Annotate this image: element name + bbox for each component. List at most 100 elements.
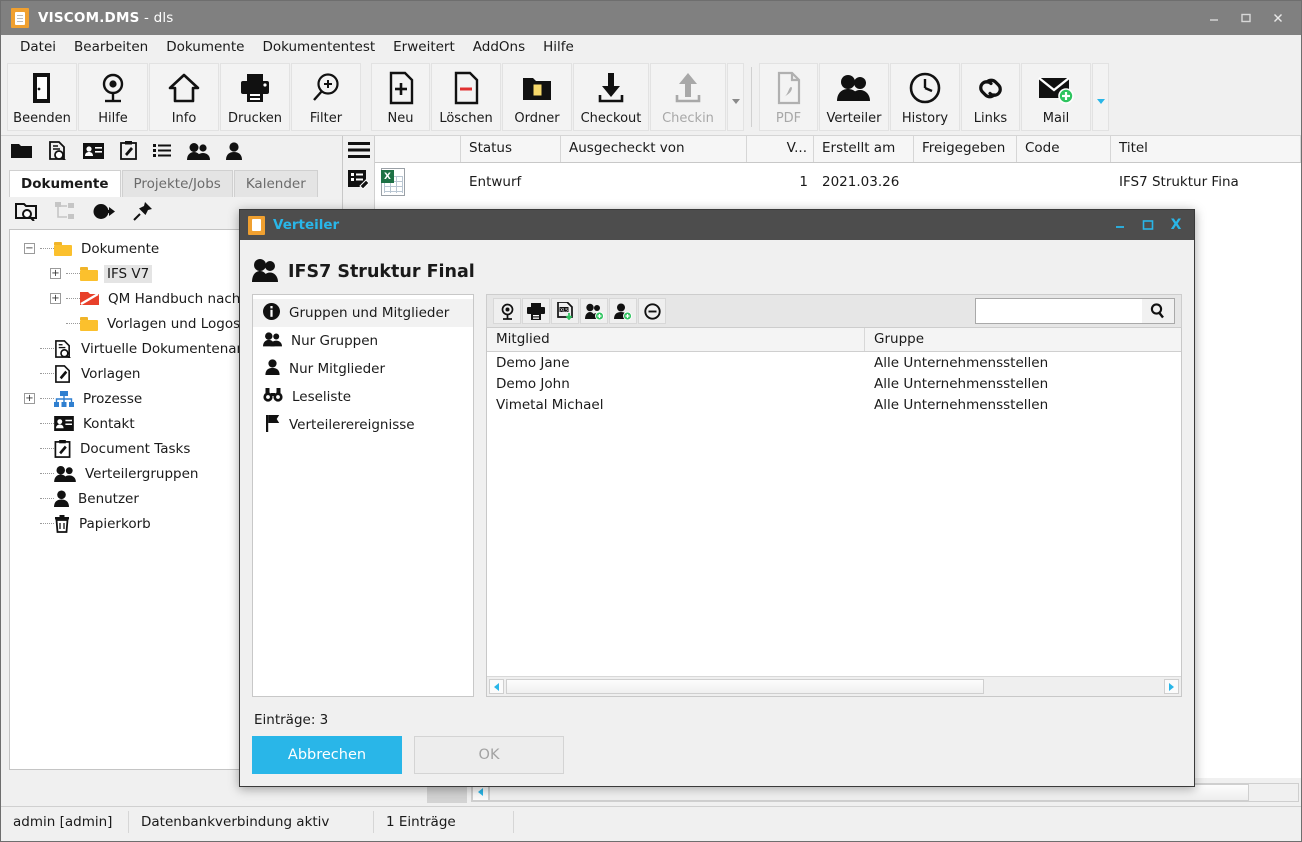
toolbar-checkout-button[interactable]: Checkout [573,63,649,131]
col-ausgecheckt-von[interactable]: Ausgecheckt von [561,136,747,162]
status-bar: admin [admin] Datenbankverbindung aktiv … [1,806,1301,836]
toolbar-drucken-button[interactable]: Drucken [220,63,290,131]
dialog-document-icon [248,215,265,235]
table-row[interactable]: Demo Jane Alle Unternehmensstellen [487,352,1181,373]
search-icon[interactable] [1142,299,1174,323]
nav-nur-gruppen[interactable]: Nur Gruppen [253,327,473,355]
pdf-icon [774,64,804,111]
members-table-hscrollbar[interactable] [487,676,1181,696]
menu-hilfe[interactable]: Hilfe [534,36,583,58]
toolbar-loeschen-button[interactable]: Löschen [431,63,501,131]
tree-toggle-plus[interactable]: + [24,393,35,404]
toolbar-beenden-button[interactable]: Beenden [7,63,77,131]
col-mitglied[interactable]: Mitglied [487,328,865,351]
tree-toggle-plus[interactable]: + [50,293,61,304]
tab-kalender[interactable]: Kalender [233,170,318,197]
col-freigegeben[interactable]: Freigegeben [914,136,1017,162]
folder-icon[interactable] [11,142,32,163]
col-gruppe[interactable]: Gruppe [865,328,933,351]
xls-export-icon[interactable]: XLS [551,298,579,324]
toolbar-links-button[interactable]: Links [961,63,1020,131]
toolbar-neu-label: Neu [387,111,414,126]
close-button[interactable] [1263,5,1293,31]
tree-label: Document Tasks [80,440,191,457]
table-row[interactable]: Demo John Alle Unternehmensstellen [487,373,1181,394]
lifebuoy-icon [97,64,129,111]
user-icon[interactable] [226,141,242,164]
document-list-icon[interactable] [348,170,370,195]
mail-dropdown-caret[interactable] [1092,63,1109,131]
maximize-button[interactable] [1231,5,1261,31]
tree-toggle-plus[interactable]: + [50,268,61,279]
minimize-button[interactable] [1199,5,1229,31]
tree-toggle-minus[interactable]: − [24,243,35,254]
toolbar-hilfe-button[interactable]: Hilfe [78,63,148,131]
window-title-app: VISCOM.DMS [38,10,140,26]
scroll-right-arrow[interactable] [1164,679,1179,694]
toolbar-verteiler-button[interactable]: Verteiler [819,63,889,131]
clipboard-edit-icon [54,439,71,458]
col-status[interactable]: Status [461,136,561,162]
table-row[interactable]: X Entwurf 1 2021.03.26 IFS7 Struktur Fin… [375,163,1301,201]
col-code[interactable]: Code [1017,136,1111,162]
contact-card-icon[interactable] [83,142,104,163]
search-input[interactable] [976,299,1142,323]
status-user: admin [admin] [1,810,129,833]
menu-dokumente[interactable]: Dokumente [157,36,253,58]
pin-icon[interactable] [133,201,153,225]
users-icon [263,331,282,351]
toolbar-checkin-button[interactable]: Checkin [650,63,726,131]
ok-button[interactable]: OK [414,736,564,774]
toolbar-mail-button[interactable]: Mail [1021,63,1091,131]
tab-projekte-jobs[interactable]: Projekte/Jobs [121,170,233,197]
nav-gruppen-und-mitglieder[interactable]: Gruppen und Mitglieder [253,299,473,327]
document-search-icon[interactable] [48,141,67,164]
menu-addons[interactable]: AddOns [464,36,534,58]
col-titel[interactable]: Titel [1111,136,1301,162]
users-icon[interactable] [187,142,210,164]
dialog-maximize-button[interactable] [1138,214,1158,236]
toolbar-filter-label: Filter [309,111,343,126]
status-connection: Datenbankverbindung aktiv [129,810,374,833]
toolbar-neu-button[interactable]: Neu [371,63,430,131]
dialog-close-button[interactable]: X [1166,214,1186,236]
remove-icon[interactable] [638,298,666,324]
col-erstellt-am[interactable]: Erstellt am [814,136,914,162]
toolbar-pdf-button[interactable]: PDF [759,63,818,131]
cancel-button[interactable]: Abbrechen [252,736,402,774]
toolbar-ordner-button[interactable]: Ordner [502,63,572,131]
add-group-icon[interactable] [580,298,608,324]
tree-structure-icon[interactable] [55,202,75,224]
logout-arrow-icon[interactable] [93,203,115,224]
toolbar-history-button[interactable]: History [890,63,960,131]
add-user-icon[interactable] [609,298,637,324]
tab-dokumente[interactable]: Dokumente [9,170,121,197]
nav-nur-mitglieder[interactable]: Nur Mitglieder [253,355,473,383]
col-version[interactable]: V... [747,136,814,162]
folder-search-icon[interactable] [15,202,37,225]
list-icon[interactable] [153,143,171,162]
clipboard-edit-icon[interactable] [120,141,137,164]
menu-bearbeiten[interactable]: Bearbeiten [65,36,157,58]
excel-file-icon: X [381,168,405,196]
dialog-toolbar: XLS [486,294,1182,328]
hamburger-icon[interactable] [347,141,370,163]
dialog-content: XLS Mitglied Gruppe Demo Jane Alle Unter… [486,294,1182,697]
printer-icon[interactable] [522,298,550,324]
target-pin-icon[interactable] [493,298,521,324]
menu-erweitert[interactable]: Erweitert [384,36,464,58]
checkout-dropdown-caret[interactable] [727,63,744,131]
tree-label: Prozesse [83,390,143,407]
table-row[interactable]: Vimetal Michael Alle Unternehmensstellen [487,394,1181,415]
scroll-left-arrow[interactable] [489,679,504,694]
toolbar-info-button[interactable]: Info [149,63,219,131]
scroll-thumb[interactable] [506,679,984,694]
left-panel-tabs: Dokumente Projekte/Jobs Kalender [1,169,342,197]
template-icon [54,364,72,383]
toolbar-filter-button[interactable]: Filter [291,63,361,131]
nav-leseliste[interactable]: Leseliste [253,383,473,411]
dialog-minimize-button[interactable] [1110,214,1130,236]
menu-dokumententest[interactable]: Dokumententest [253,36,384,58]
menu-datei[interactable]: Datei [11,36,65,58]
nav-verteilerereignisse[interactable]: Verteilerereignisse [253,411,473,439]
